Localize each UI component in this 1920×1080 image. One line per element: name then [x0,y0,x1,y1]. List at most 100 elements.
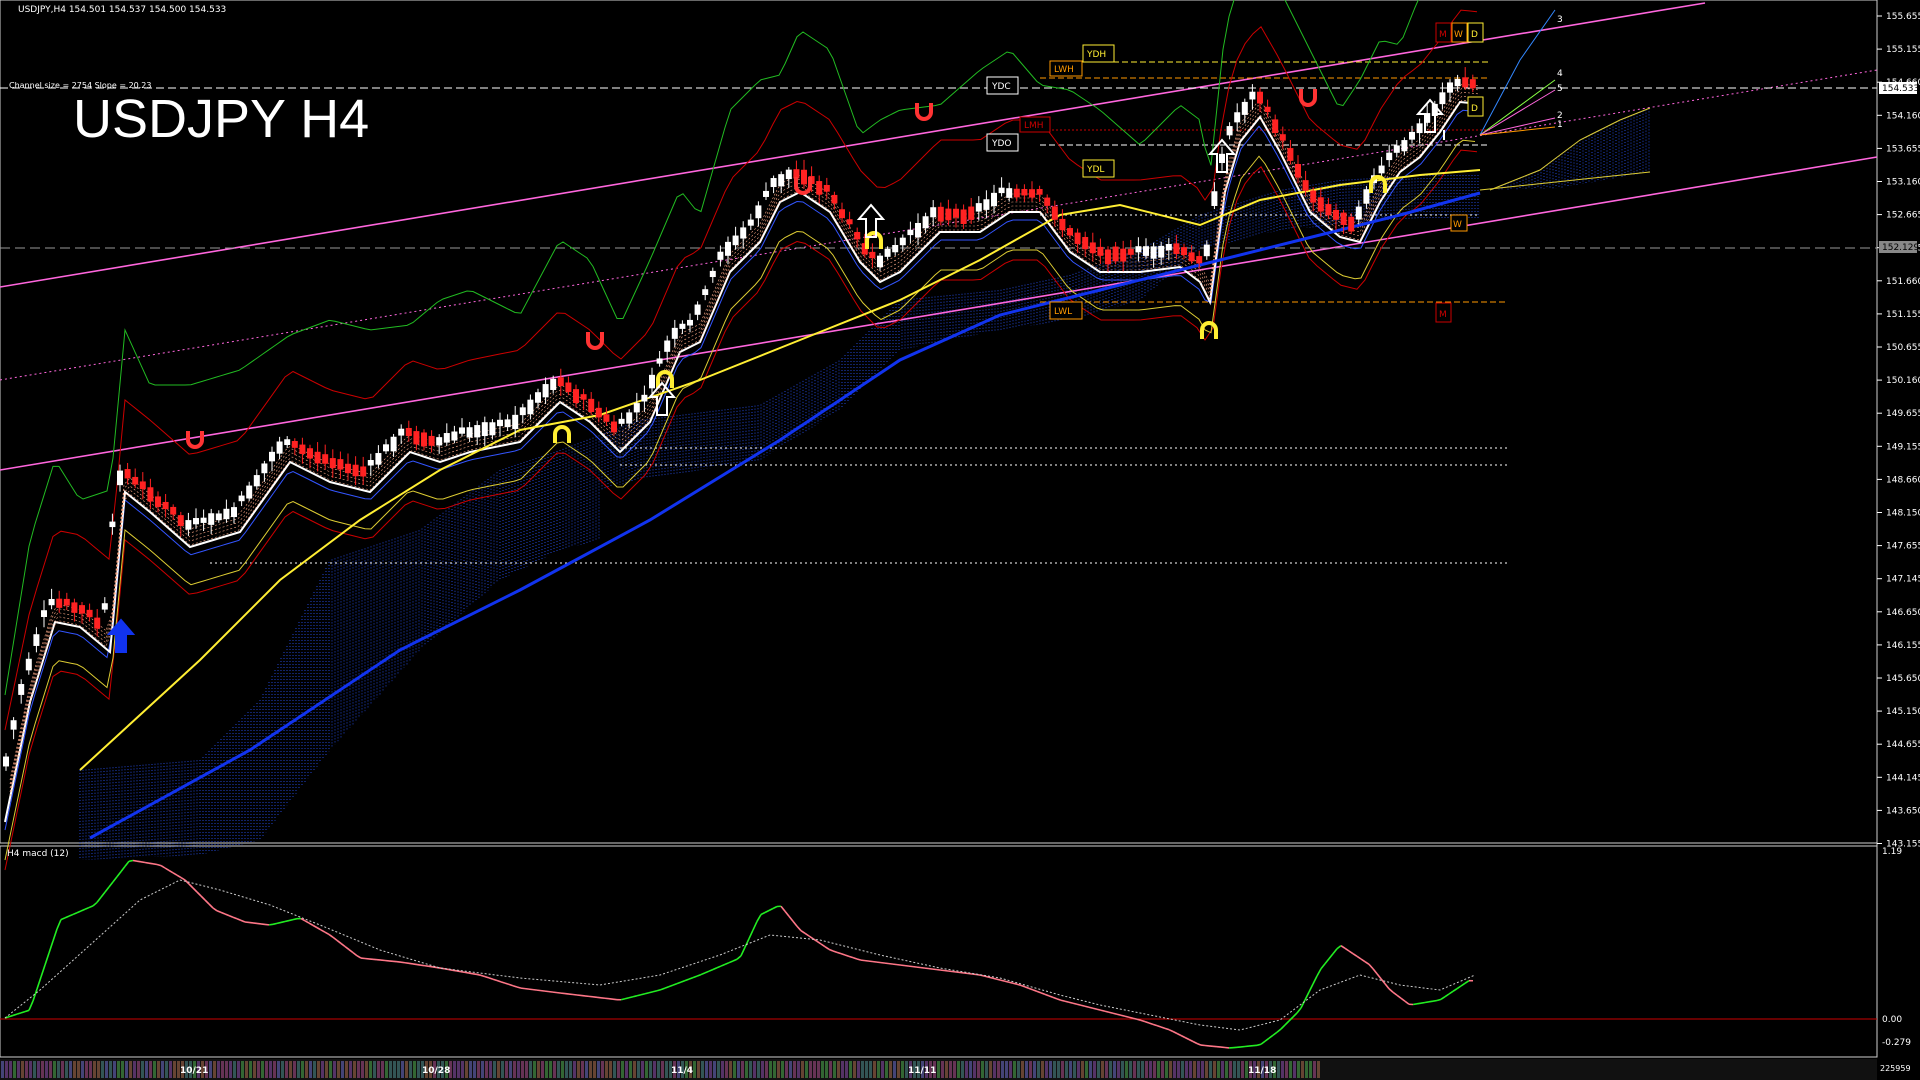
volume-bar [49,1061,52,1078]
candle-body [253,475,260,487]
macd-segment [1008,981,1014,985]
macd-segment [292,917,298,921]
candle-body [884,248,891,257]
volume-bar [533,1061,536,1078]
volume-bar [389,1061,392,1078]
candle-body [193,518,199,525]
volume-bar [1021,1061,1024,1078]
macd-segment [996,978,1002,982]
lwl-text: LWL [1054,307,1072,317]
candle-body [1454,78,1461,87]
volume-bar [645,1061,648,1078]
volume-bar [697,1061,700,1078]
volume-bar [957,1061,960,1078]
macd-segment [952,970,958,973]
macd-segment [644,991,650,995]
volume-bar [133,1061,136,1078]
candle-body [155,496,161,507]
candle-body [132,476,139,485]
macd-segment [516,986,522,989]
volume-bar [1105,1061,1108,1078]
macd-segment [1116,1013,1122,1017]
volume-bar [221,1061,224,1078]
volume-bar [513,1061,516,1078]
candle-body [261,463,268,474]
candle-body [763,190,769,197]
current-price-text: 154.533 [1882,84,1919,94]
macd-segment [280,920,286,924]
candle-body [231,507,237,518]
macd-segment [892,963,898,966]
candle-body [345,463,351,474]
symbol-info: USDJPY,H4 154.501 154.537 154.500 154.53… [18,5,226,15]
macd-segment [1132,1017,1138,1021]
candle-body [801,169,807,185]
volume-bar [781,1061,784,1078]
macd-segment [916,966,922,969]
volume-bar [469,1061,472,1078]
candle-body [398,428,405,436]
volume-bar [249,1061,252,1078]
price-tick-label: 145.650 [1886,674,1920,684]
candle-body [48,599,55,606]
volume-bar [717,1061,720,1078]
volume-bar [17,1061,20,1078]
volume-bar [1033,1061,1036,1078]
candle-body [147,487,154,502]
level-label-ydh: YDH [1082,44,1115,63]
macd-segment [900,964,906,967]
volume-bar [805,1061,808,1078]
candle-body [284,439,291,446]
candle-body [877,255,883,268]
candle-body [459,427,465,434]
level-label-ydl: YDL [1082,159,1115,178]
macd-segment [140,861,146,864]
volume-bar [833,1061,836,1078]
volume-bar [529,1061,532,1078]
candle-body [1196,256,1203,264]
macd-segment [148,862,154,865]
price-tick-label: 153.655 [1886,144,1920,154]
w-mid-text: W [1453,220,1462,230]
candle-body [1165,244,1172,251]
volume-bar [1001,1061,1004,1078]
macd-segment [532,988,538,991]
volume-bar [1065,1061,1068,1078]
price-tick-label: 151.155 [1886,310,1920,320]
lwh-text: LWH [1054,65,1074,75]
macd-segment [540,989,546,992]
macd-segment [428,965,434,968]
candle-body [109,521,116,528]
volume-bar [1289,1061,1292,1078]
candle-body [18,684,25,695]
macd-segment [888,962,894,965]
macd-segment [1068,1001,1074,1005]
candle-body [79,605,85,614]
macd-segment [992,977,998,981]
candle-body [709,270,716,278]
level-label-w-top: W [1451,22,1468,43]
volume-bar [245,1061,248,1078]
volume-bar [1205,1061,1208,1078]
volume-bar [989,1061,992,1078]
volume-bar [1101,1061,1104,1078]
macd-segment [876,961,882,964]
candle-body [41,610,47,617]
volume-bar [213,1061,216,1078]
candle-body [930,207,937,218]
candle-body [550,378,557,390]
candle-body [276,441,283,454]
macd-segment [536,989,542,992]
volume-bar [353,1061,356,1078]
candle-body [1317,197,1324,212]
macd-segment [156,863,162,867]
volume-bar [1097,1061,1100,1078]
volume-bar [985,1061,988,1078]
macd-segment [1432,999,1438,1002]
volume-bar [29,1061,32,1078]
volume-bar [565,1061,568,1078]
trading-chart[interactable]: USDJPY,H4 154.501 154.537 154.500 154.53… [0,0,1920,1080]
candle-body [1089,242,1096,254]
volume-bar [993,1061,996,1078]
date-label-2: 10/28 [422,1066,450,1076]
